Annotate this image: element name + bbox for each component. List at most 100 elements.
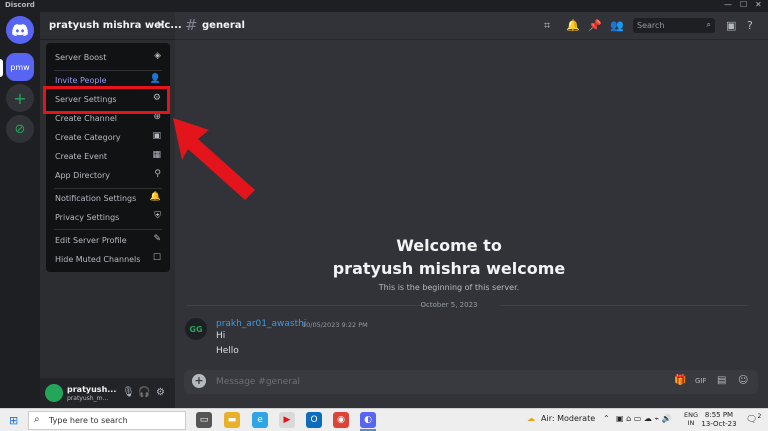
selected-server-indicator — [0, 59, 3, 77]
menu-item-label: App Directory — [55, 171, 111, 180]
region-code: IN — [687, 419, 695, 427]
message-timestamp: 10/05/2023 9:22 PM — [302, 321, 368, 329]
welcome-subtitle: This is the beginning of this server. — [378, 283, 520, 292]
welcome-server-name: pratyush mishra welcome — [332, 259, 566, 278]
calendar-plus-icon: ▦ — [152, 150, 161, 160]
menu-item-app-directory[interactable]: App Directory ⚲ — [46, 166, 170, 185]
message-line: Hi — [216, 331, 226, 341]
server-rail: pmw + ⊘ — [0, 12, 40, 408]
menu-item-label: Server Boost — [55, 53, 107, 62]
menu-item-label: Hide Muted Channels — [55, 255, 141, 264]
inbox-icon[interactable]: ▣ — [726, 19, 736, 32]
menu-item-server-boost[interactable]: Server Boost ◈ — [46, 48, 170, 67]
avatar[interactable] — [45, 384, 63, 402]
menu-item-label: Notification Settings — [55, 194, 137, 203]
menu-item-create-category[interactable]: Create Category ▣ — [46, 128, 170, 147]
menu-item-create-event[interactable]: Create Event ▦ — [46, 147, 170, 166]
media-player-icon[interactable]: ▶ — [279, 412, 295, 428]
add-server-button[interactable]: + — [6, 84, 34, 112]
notification-bell-icon[interactable]: 🔔 — [566, 19, 580, 32]
maximize-button[interactable]: ☐ — [740, 0, 747, 9]
menu-item-label: Create Channel — [55, 114, 117, 123]
threads-icon[interactable]: ⌗ — [544, 19, 550, 33]
notification-count: 2 — [757, 413, 762, 420]
robot-icon: ⚲ — [154, 169, 161, 179]
user-settings-gear-icon[interactable]: ⚙ — [156, 387, 165, 398]
language-code: ENG — [684, 411, 699, 419]
clock-date: 13-Oct-23 — [701, 420, 737, 428]
search-placeholder: Search — [637, 21, 665, 30]
menu-item-label: Create Category — [55, 133, 121, 142]
outlook-icon[interactable]: O — [306, 412, 322, 428]
server-icon-pmw[interactable]: pmw — [6, 53, 34, 81]
notification-center-icon[interactable]: 🗨2 — [746, 413, 761, 425]
boost-icon: ◈ — [154, 51, 161, 61]
date-divider-label: October 5, 2023 — [420, 301, 478, 309]
edge-browser-icon[interactable]: e — [252, 412, 268, 428]
compass-icon: ⊘ — [14, 121, 26, 137]
menu-item-privacy-settings[interactable]: Privacy Settings ⛨ — [46, 208, 170, 227]
discord-taskbar-icon[interactable]: ◐ — [360, 412, 376, 428]
weather-icon[interactable]: ☁ — [527, 414, 535, 423]
task-view-icon[interactable]: ▭ — [196, 412, 212, 428]
app-title: Discord — [5, 1, 35, 9]
menu-item-label: Edit Server Profile — [55, 236, 127, 245]
sticker-icon[interactable]: ▤ — [717, 375, 726, 386]
menu-divider — [54, 229, 162, 230]
attach-plus-icon[interactable]: + — [192, 374, 206, 388]
bell-icon: 🔔 — [149, 192, 161, 202]
hashtag-icon: # — [185, 16, 198, 34]
file-explorer-icon[interactable]: ▬ — [224, 412, 240, 428]
username: pratyush... — [67, 385, 117, 394]
shield-icon: ⛨ — [154, 211, 161, 221]
menu-item-notification-settings[interactable]: Notification Settings 🔔 — [46, 189, 170, 208]
message-avatar[interactable]: GG — [185, 318, 207, 340]
chrome-icon[interactable]: ◉ — [333, 412, 349, 428]
gif-icon[interactable]: GIF — [695, 377, 707, 385]
tray-chevron-icon[interactable]: ⌃ — [603, 414, 610, 423]
menu-item-label: Invite People — [55, 76, 107, 85]
clock-time: 8:55 PM — [704, 411, 734, 419]
menu-item-label: Create Event — [55, 152, 108, 161]
system-clock[interactable]: 8:55 PM 13-Oct-23 — [698, 411, 740, 429]
help-icon[interactable]: ? — [747, 19, 753, 32]
window-titlebar: Discord — ☐ ✕ — [0, 0, 768, 12]
close-icon[interactable]: ✕ — [156, 18, 166, 32]
search-icon: ⌕ — [34, 414, 40, 425]
server-dropdown-menu: Server Boost ◈ Invite People 👤 Server Se… — [46, 43, 170, 272]
emoji-icon[interactable]: ☺ — [738, 375, 748, 386]
tray-app-icons[interactable]: ▣ ⌂ ▭ ☁ ⌁ 🔊 — [616, 414, 672, 423]
highlight-box — [43, 86, 170, 114]
menu-item-label: Privacy Settings — [55, 213, 120, 222]
folder-plus-icon: ▣ — [152, 131, 161, 141]
menu-item-hide-muted-channels[interactable]: Hide Muted Channels ☐ — [46, 250, 170, 269]
search-input[interactable]: Search ⌕ — [633, 18, 715, 33]
weather-status[interactable]: Air: Moderate — [541, 414, 595, 423]
message-composer[interactable]: + Message #general 🎁 GIF ▤ ☺ — [184, 370, 758, 394]
add-user-icon: 👤 — [149, 74, 161, 84]
minimize-button[interactable]: — — [724, 0, 732, 9]
message-author[interactable]: prakh_ar01_awasthi — [216, 319, 306, 329]
taskbar-search-placeholder: Type here to search — [49, 416, 128, 425]
user-panel: pratyush... pratyush_m... 🎙 🎧 ⚙ — [40, 378, 175, 408]
member-list-icon[interactable]: 👥 — [610, 19, 624, 32]
annotation-arrow-icon — [173, 118, 255, 200]
explore-servers-button[interactable]: ⊘ — [6, 115, 34, 143]
microphone-icon[interactable]: 🎙 — [122, 387, 135, 398]
home-button[interactable] — [6, 16, 34, 44]
channel-name: general — [202, 20, 245, 31]
headphones-icon[interactable]: 🎧 — [138, 387, 150, 398]
menu-item-edit-server-profile[interactable]: Edit Server Profile ✎ — [46, 231, 170, 250]
windows-start-icon[interactable]: ⊞ — [9, 414, 18, 427]
gift-icon[interactable]: 🎁 — [674, 375, 686, 386]
taskbar-search-input[interactable]: ⌕ Type here to search — [28, 411, 186, 430]
checkbox-icon: ☐ — [152, 253, 161, 263]
message-line: Hello — [216, 346, 239, 356]
close-window-button[interactable]: ✕ — [755, 0, 762, 9]
language-indicator[interactable]: ENG IN — [684, 411, 698, 427]
welcome-heading: Welcome to — [396, 236, 502, 255]
message-input-placeholder: Message #general — [216, 377, 301, 387]
server-header[interactable]: pratyush mishra welc... ✕ — [40, 12, 182, 40]
pin-icon[interactable]: 📌 — [588, 19, 602, 32]
user-tag: pratyush_m... — [67, 395, 109, 402]
